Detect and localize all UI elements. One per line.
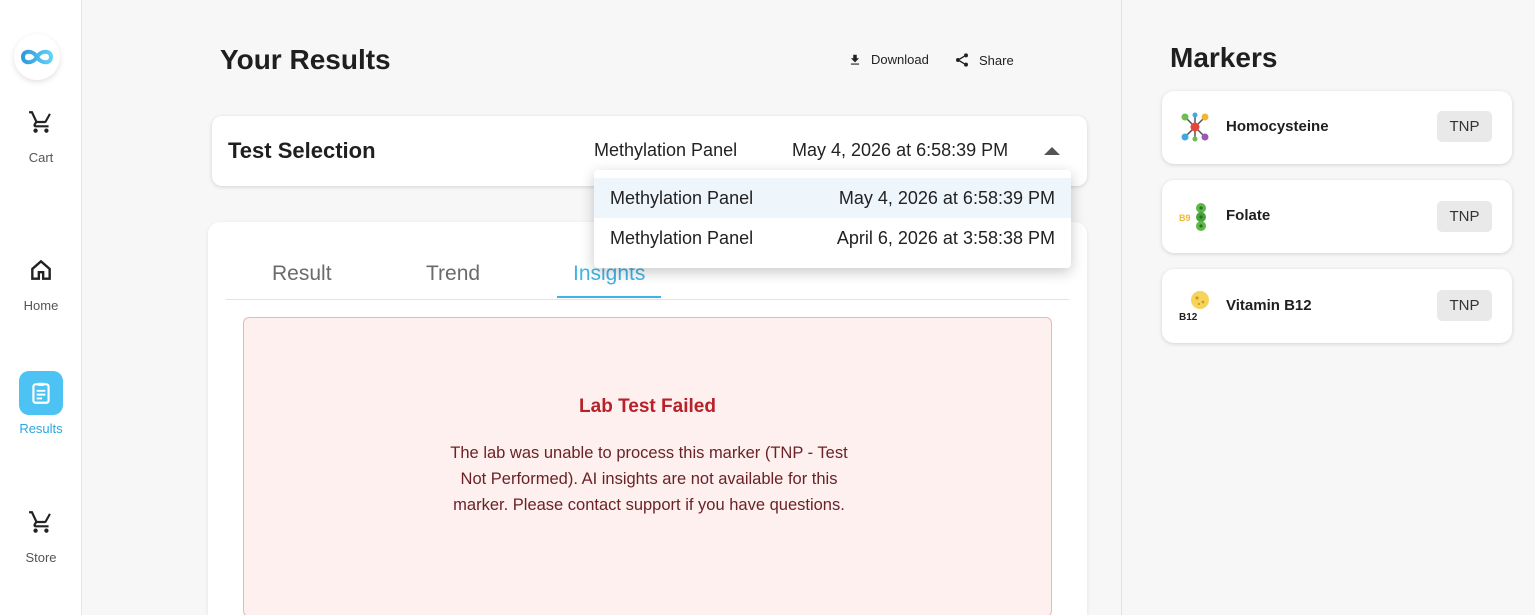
lab-test-failed-alert: Lab Test Failed The lab was unable to pr… — [243, 317, 1052, 615]
home-icon — [31, 259, 51, 280]
test-selection-dropdown: Methylation Panel May 4, 2026 at 6:58:39… — [594, 170, 1071, 268]
nav-label-cart: Cart — [28, 150, 54, 165]
share-icon — [956, 53, 968, 67]
main-content: Your Results Download Share Test Selecti… — [82, 0, 1122, 615]
cart-icon — [29, 511, 51, 533]
markers-panel: Markers Homocysteine TNP B9 Folate TNP B… — [1123, 0, 1535, 615]
page-title: Your Results — [220, 44, 391, 75]
share-button[interactable]: Share — [954, 52, 1014, 68]
option-date: May 4, 2026 at 6:58:39 PM — [838, 188, 1055, 208]
option-date: April 6, 2026 at 3:58:38 PM — [836, 228, 1055, 248]
marker-card-vitamin-b12[interactable]: B12 Vitamin B12 TNP — [1162, 269, 1512, 343]
marker-card-folate[interactable]: B9 Folate TNP — [1162, 180, 1512, 253]
option-panel: Methylation Panel — [610, 228, 754, 248]
nav-item-cart[interactable]: Cart — [0, 100, 82, 165]
cart-icon — [29, 111, 51, 133]
download-icon — [850, 54, 860, 65]
download-label: Download — [871, 52, 929, 67]
share-label: Share — [979, 52, 1014, 68]
nav-item-store[interactable]: Store — [0, 500, 82, 565]
test-selection-label: Test Selection — [228, 138, 376, 163]
marker-name: Vitamin B12 — [1226, 297, 1312, 314]
sidebar: Cart Home Results Store — [0, 0, 82, 615]
markers-title: Markers — [1170, 42, 1278, 73]
marker-card-homocysteine[interactable]: Homocysteine TNP — [1162, 91, 1512, 164]
molecule-icon — [1178, 110, 1212, 144]
dropdown-option[interactable]: Methylation Panel April 6, 2026 at 3:58:… — [594, 218, 1071, 258]
nav-label-home: Home — [23, 298, 59, 313]
status-badge: TNP — [1437, 111, 1492, 142]
nav-label-store: Store — [25, 550, 57, 565]
alert-title: Lab Test Failed — [579, 396, 716, 417]
tab-result[interactable]: Result — [272, 262, 332, 296]
dropdown-option[interactable]: Methylation Panel May 4, 2026 at 6:58:39… — [594, 178, 1071, 218]
option-panel: Methylation Panel — [610, 188, 754, 208]
svg-text:B12: B12 — [1179, 312, 1198, 323]
status-badge: TNP — [1437, 201, 1492, 232]
vitamin-b12-icon: B12 — [1178, 289, 1212, 323]
download-button[interactable]: Download — [848, 52, 929, 67]
folate-b9-icon: B9 — [1178, 199, 1212, 233]
caret-up-icon[interactable] — [1044, 147, 1060, 155]
nav-item-home[interactable]: Home — [0, 248, 82, 313]
alert-message: The lab was unable to process this marke… — [450, 444, 848, 514]
status-badge: TNP — [1437, 290, 1492, 321]
results-content-card: Result Trend Insights Lab Test Failed Th… — [208, 222, 1087, 615]
test-selection-panel[interactable]: Methylation Panel — [594, 140, 737, 161]
clipboard-icon — [32, 382, 50, 404]
marker-name: Homocysteine — [1226, 118, 1329, 135]
test-selection-date[interactable]: May 4, 2026 at 6:58:39 PM — [792, 140, 1008, 161]
tab-trend[interactable]: Trend — [426, 262, 480, 296]
app-logo[interactable] — [14, 34, 60, 80]
nav-item-results[interactable]: Results — [0, 371, 82, 436]
nav-label-results: Results — [19, 421, 63, 436]
infinity-logo-icon — [20, 49, 54, 65]
svg-text:B9: B9 — [1179, 213, 1191, 223]
marker-name: Folate — [1226, 207, 1271, 224]
